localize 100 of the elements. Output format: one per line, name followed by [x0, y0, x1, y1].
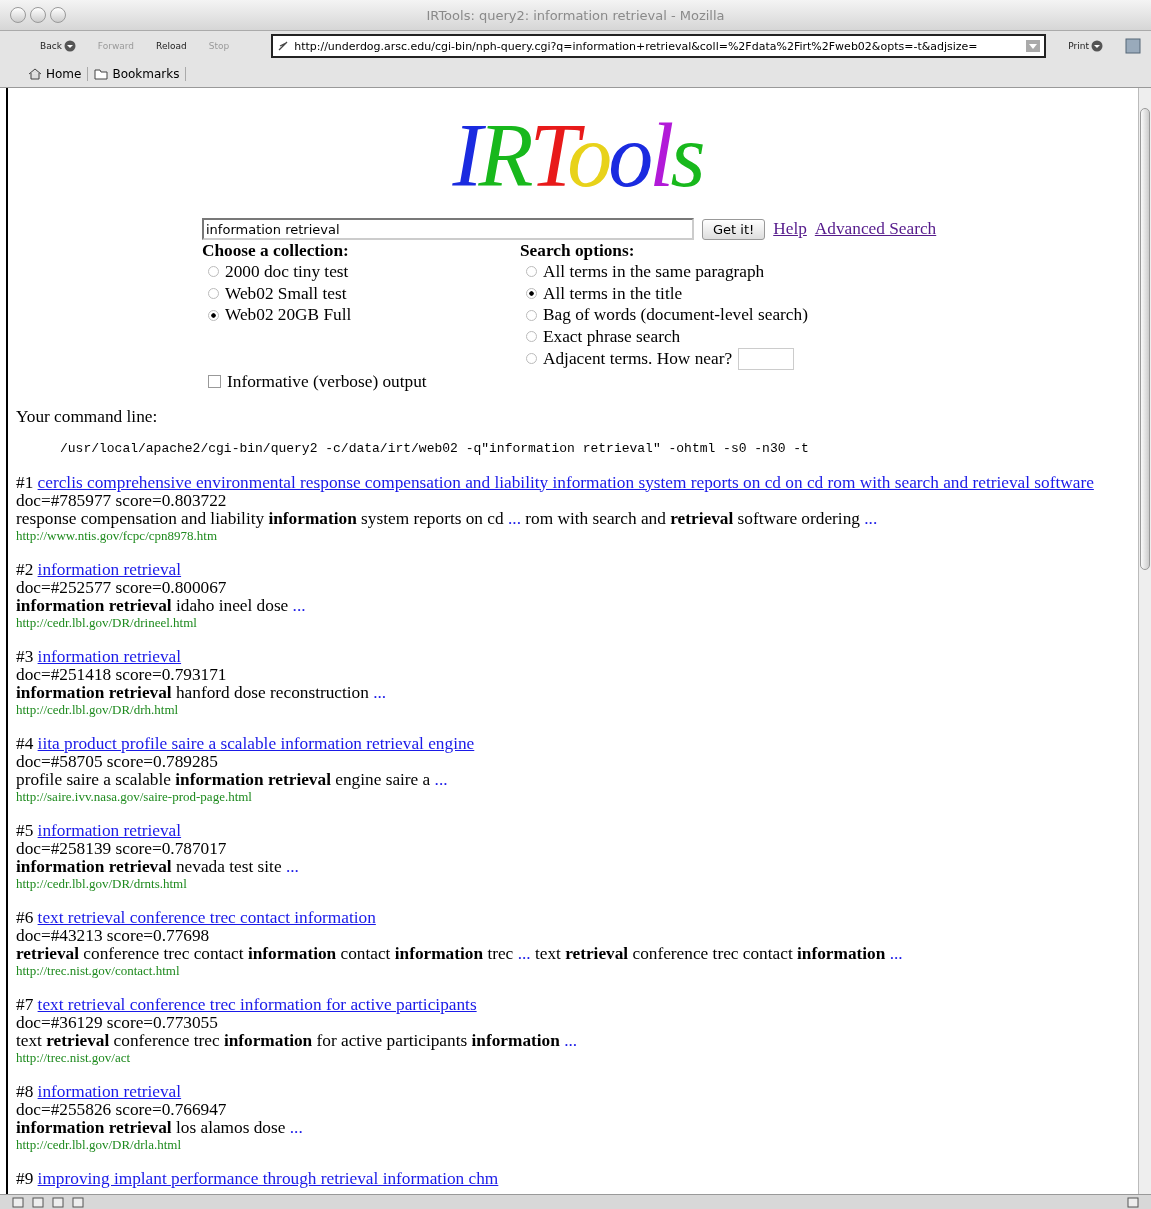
option-label: All terms in the same paragraph [543, 261, 765, 283]
result-meta: doc=#258139 score=0.787017 [16, 839, 228, 858]
result-rank: #7 [16, 994, 34, 1014]
snippet-text: text retrieval conference trec contact information [534, 943, 886, 963]
radio-button[interactable] [526, 266, 537, 278]
status-icon [72, 1196, 84, 1208]
result-title-link[interactable]: information retrieval [37, 1081, 182, 1101]
result-title-link[interactable]: information retrieval [37, 646, 182, 666]
page-icon [277, 40, 290, 52]
result-url: http://trec.nist.gov/act [16, 1049, 132, 1066]
command-line: /usr/local/apache2/cgi-bin/query2 -c/data/irt/web02 -q"information retrieval" -ohtml -s0 -n30 -t [60, 440, 810, 456]
option-label: Adjacent terms. How near? [543, 347, 733, 370]
result-rank: #6 [16, 907, 34, 927]
result-rank: #1 [16, 472, 34, 492]
toolbar-button[interactable]: Reload [156, 41, 187, 51]
result-title-link[interactable]: information retrieval [37, 559, 182, 579]
option-label: All terms in the title [543, 282, 683, 305]
address-field[interactable]: http://underdog.arsc.edu/cgi-bin/nph-query.cgi?q=information+retrieval&coll=%2Fdata%2Firt%2Fweb02&opts=-t&adjsize= [271, 34, 1047, 58]
bookmark-item[interactable]: Bookmarks [94, 67, 187, 81]
result-rank: #2 [16, 559, 34, 579]
result-rank: #5 [16, 820, 34, 840]
snippet-text: profile saire a scalable information retrieval engine saire a [16, 769, 431, 789]
result-rank: #8 [16, 1081, 34, 1101]
snippet-text: rom with search and retrieval software ordering [525, 508, 860, 528]
logo: IRTools [452, 116, 702, 207]
result-title-link[interactable]: improving implant performance through retrieval information chm [37, 1168, 499, 1188]
print-button[interactable]: Print [1068, 40, 1103, 52]
radio-button[interactable] [526, 288, 537, 300]
more-link[interactable]: ... [517, 943, 531, 963]
result-url: http://saire.ivv.nasa.gov/saire-prod-page.html [16, 788, 253, 805]
radio-button[interactable] [208, 288, 219, 300]
result-url: http://cedr.lbl.gov/DR/drh.html [16, 701, 180, 718]
search-field[interactable]: information retrieval [202, 218, 694, 240]
radio-button[interactable] [526, 331, 537, 343]
option-label: Web02 20GB Full [225, 304, 352, 327]
more-link[interactable]: ... [373, 682, 387, 702]
window-title: IRTools: query2: information retrieval - Mozilla [425, 7, 726, 23]
radio-button[interactable] [526, 309, 537, 321]
status-icon [12, 1196, 24, 1208]
radio-button[interactable] [526, 353, 537, 365]
result-url: http://cedr.lbl.gov/DR/drineel.html [16, 614, 198, 631]
result-meta: doc=#785977 score=0.803722 [16, 491, 228, 510]
result-meta: doc=#58705 score=0.789285 [16, 752, 219, 771]
zoom-button[interactable] [50, 7, 66, 23]
result-meta: doc=#252577 score=0.800067 [16, 578, 228, 597]
dropdown-icon [1091, 40, 1103, 52]
radio-button[interactable] [208, 309, 219, 321]
more-link[interactable]: ... [434, 769, 448, 789]
option-label: Web02 Small test [225, 282, 347, 305]
result-url: http://cedr.lbl.gov/DR/drnts.html [16, 875, 188, 892]
option-label: 2000 doc tiny test [225, 261, 349, 283]
close-button[interactable] [10, 7, 26, 23]
nav-link[interactable]: Advanced Search [814, 219, 937, 239]
snippet-text: information retrieval hanford dose reconstruction [16, 682, 369, 702]
nav-link[interactable]: Help [773, 219, 807, 239]
result-rank: #3 [16, 646, 34, 666]
status-icon [52, 1196, 64, 1208]
more-link[interactable]: ... [508, 508, 521, 528]
snippet-text: information retrieval idaho ineel dose [16, 595, 289, 615]
scroll-thumb[interactable] [1140, 108, 1150, 570]
minimize-button[interactable] [30, 7, 46, 23]
more-link[interactable]: ... [889, 943, 903, 963]
scrollbar[interactable] [1138, 88, 1151, 1194]
result-rank: #9 [16, 1168, 34, 1188]
result-meta: doc=#36129 score=0.773055 [16, 1013, 219, 1032]
option-label: Exact phrase search [543, 326, 681, 348]
result-title-link[interactable]: cerclis comprehensive environmental response compensation and liability information system reports on cd on cd rom with search and retrieval software [37, 472, 1094, 492]
command-label: Your command line: [16, 406, 159, 427]
more-link[interactable]: ... [289, 1117, 303, 1137]
more-link[interactable]: ... [292, 595, 306, 615]
radio-button[interactable] [208, 266, 219, 278]
result-title-link[interactable]: iita product profile saire a scalable information retrieval engine [37, 733, 475, 753]
more-link[interactable]: ... [285, 856, 299, 876]
house-icon [28, 68, 42, 80]
result-url: http://www.ntis.gov/fcpc/cpn8978.htm [16, 527, 217, 544]
result-url: http://cedr.lbl.gov/DR/drla.html [16, 1136, 182, 1153]
get-it-button[interactable]: Get it! [702, 218, 766, 240]
result-url: http://trec.nist.gov/contact.html [16, 962, 181, 979]
result-meta: doc=#43213 score=0.77698 [16, 926, 211, 945]
more-link[interactable]: ... [864, 508, 878, 528]
snippet-text: response compensation and liability information system reports on cd [16, 508, 504, 528]
dropdown-icon[interactable] [1026, 40, 1041, 52]
option-label: Informative (verbose) output [227, 370, 427, 393]
snippet-text: information retrieval nevada test site [16, 856, 282, 876]
folder-icon [94, 68, 109, 80]
snippet-text: retrieval conference trec contact information contact information trec [16, 943, 514, 963]
result-meta: doc=#251418 score=0.793171 [16, 665, 228, 684]
section-heading: Search options: [520, 240, 636, 261]
snippet-text: information retrieval los alamos dose [16, 1117, 286, 1137]
section-heading: Choose a collection: [202, 240, 350, 261]
sidebar-icon[interactable] [1125, 38, 1141, 54]
result-title-link[interactable]: text retrieval conference trec contact information [37, 907, 376, 927]
checkbox[interactable] [208, 375, 221, 389]
result-rank: #4 [16, 733, 34, 753]
result-title-link[interactable]: text retrieval conference trec information for active participants [37, 994, 477, 1014]
bookmark-item[interactable]: Home [28, 67, 89, 81]
result-title-link[interactable]: information retrieval [37, 820, 182, 840]
toolbar-button[interactable]: Back [40, 40, 76, 52]
more-link[interactable]: ... [564, 1030, 578, 1050]
distance-field[interactable] [738, 347, 795, 370]
